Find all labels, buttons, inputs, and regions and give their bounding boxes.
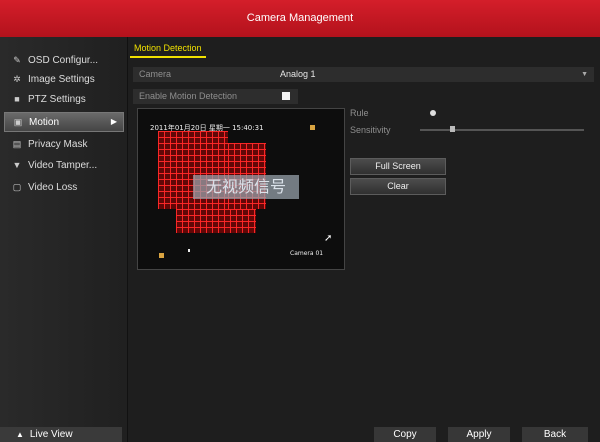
privacy-mask-icon: ▤: [12, 139, 22, 149]
rule-label: Rule: [350, 108, 369, 118]
sidebar-item-label: OSD Configur...: [28, 55, 99, 66]
pencil-icon: ✎: [13, 55, 21, 65]
sensitivity-label: Sensitivity: [350, 125, 391, 135]
apply-button[interactable]: Apply: [448, 427, 510, 442]
video-loss-icon: ▢: [12, 182, 22, 192]
back-button[interactable]: Back: [522, 427, 588, 442]
sidebar-item-ptz-settings[interactable]: ■ PTZ Settings: [4, 90, 122, 108]
full-screen-button[interactable]: Full Screen: [350, 158, 446, 175]
home-icon: ▲: [16, 430, 24, 439]
ptz-icon: ■: [14, 94, 20, 104]
live-view-label: Live View: [29, 429, 73, 440]
mouse-cursor-icon: ➚: [324, 233, 333, 244]
sidebar-item-video-loss[interactable]: ▢ Video Loss: [4, 178, 122, 196]
status-indicator: [310, 125, 315, 130]
marker-dot: [188, 249, 190, 252]
sidebar-item-image-settings[interactable]: ✲ Image Settings: [4, 70, 122, 88]
sidebar-item-label: Video Loss: [28, 182, 78, 193]
rule-radio[interactable]: [430, 110, 436, 116]
chevron-right-icon: ▶: [110, 117, 117, 126]
sidebar-item-privacy-mask[interactable]: ▤ Privacy Mask: [4, 135, 122, 153]
sidebar-item-label: Image Settings: [28, 74, 95, 85]
sensitivity-slider[interactable]: [420, 129, 584, 131]
camera-label: Camera: [139, 69, 172, 79]
sidebar-item-label: Motion: [29, 117, 60, 128]
video-preview[interactable]: 2011年01月20日 星期一 15:40:31 无视频信号 ➚ Camera …: [137, 108, 345, 270]
sidebar-item-osd[interactable]: ✎ OSD Configur...: [4, 51, 122, 69]
live-view-button[interactable]: ▲ Live View: [0, 427, 122, 442]
sidebar-item-motion[interactable]: ▣ Motion ▶: [4, 112, 124, 132]
no-signal-overlay: 无视频信号: [193, 175, 299, 199]
sensitivity-slider-handle[interactable]: [450, 126, 456, 132]
motion-grid: [176, 209, 256, 233]
enable-motion-row: Enable Motion Detection: [133, 89, 298, 104]
enable-motion-label: Enable Motion Detection: [139, 91, 238, 101]
chevron-down-icon: ▼: [581, 71, 588, 78]
tab-motion-detection[interactable]: Motion Detection: [130, 40, 206, 58]
copy-button[interactable]: Copy: [374, 427, 436, 442]
camera-value: Analog 1: [280, 69, 316, 79]
record-indicator: [159, 253, 164, 258]
window-title: Camera Management: [0, 0, 600, 37]
sidebar-item-video-tamper[interactable]: ▼ Video Tamper...: [4, 156, 122, 174]
motion-icon: ▣: [13, 117, 23, 127]
enable-motion-checkbox[interactable]: [282, 92, 290, 100]
image-settings-icon: ✲: [13, 74, 21, 84]
sidebar-item-label: Video Tamper...: [28, 160, 98, 171]
clear-button[interactable]: Clear: [350, 178, 446, 195]
tamper-icon: ▼: [12, 160, 22, 170]
camera-select[interactable]: Camera Analog 1 ▼: [133, 67, 594, 82]
sidebar-item-label: Privacy Mask: [28, 139, 88, 150]
sidebar-item-label: PTZ Settings: [28, 94, 86, 105]
camera-name: Camera 01: [290, 250, 324, 257]
